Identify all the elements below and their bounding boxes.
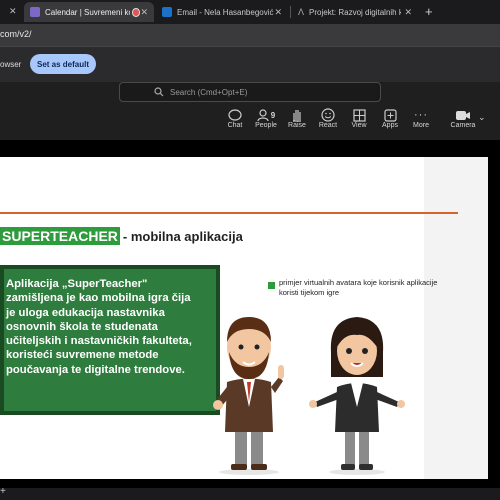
chat-label: Chat <box>227 122 243 129</box>
people-button[interactable]: 9 People <box>251 108 281 129</box>
chalkboard-line: je uloga edukacija nastavnika <box>6 306 165 319</box>
more-button[interactable]: ··· More <box>406 108 436 129</box>
slide-title: SUPERTEACHER - mobilna aplikacija <box>0 227 243 245</box>
camera-icon <box>456 110 470 120</box>
slide-header-rule <box>0 212 458 214</box>
female-teacher-avatar-illustration <box>309 317 405 475</box>
tab-divider <box>290 6 291 18</box>
people-label: People <box>255 122 277 129</box>
tab-projekt[interactable]: Λ Projekt: Razvoj digitalnih kon ✕ <box>292 2 418 22</box>
react-button[interactable]: React <box>313 108 343 129</box>
address-bar[interactable]: com/v2/ <box>0 24 500 46</box>
tab-label: Calendar | Suvremeni kon <box>45 7 130 17</box>
outlook-icon <box>162 7 172 17</box>
chalkboard: Aplikacija „SuperTeacher" zamišljena je … <box>0 265 220 415</box>
new-tab-button[interactable]: + <box>425 4 433 19</box>
slide-title-highlight: SUPERTEACHER <box>0 227 120 245</box>
apps-button[interactable]: Apps <box>375 108 405 129</box>
close-tab-icon[interactable]: ✕ <box>274 7 282 18</box>
raise-hand-button[interactable]: Raise <box>282 108 312 129</box>
apps-icon <box>383 108 397 122</box>
recording-icon <box>131 7 141 17</box>
search-input[interactable]: Search (Cmd+Opt+E) <box>119 82 381 102</box>
slide-side-panel <box>424 157 488 479</box>
tab-calendar[interactable]: Calendar | Suvremeni kon ✕ <box>24 2 154 22</box>
calendar-favicon-icon <box>30 7 40 17</box>
default-browser-infobar: owser Set as default <box>0 46 500 83</box>
close-tab-icon[interactable]: ✕ <box>404 7 412 18</box>
camera-button[interactable]: Camera <box>448 108 478 129</box>
chat-button[interactable]: Chat <box>220 108 250 129</box>
view-icon <box>352 108 366 122</box>
project-favicon-icon: Λ <box>298 7 305 17</box>
tab-email[interactable]: Email - Nela Hasanbegović - ✕ <box>156 2 288 22</box>
chalkboard-line: poučavanja te digitalne trendove. <box>6 363 185 376</box>
chalkboard-line: učiteljskih i nastavničkih fakulteta, <box>6 335 192 348</box>
presentation-slide: SUPERTEACHER - mobilna aplikacija Aplika… <box>0 157 488 479</box>
meeting-toolbar: Search (Cmd+Opt+E) Chat 9 People Raise R… <box>0 82 500 140</box>
view-label: View <box>351 122 367 129</box>
people-icon <box>257 108 269 121</box>
close-tab-icon[interactable]: ✕ <box>140 7 148 18</box>
chalkboard-line: zamišljena je kao mobilna igra čija <box>6 292 191 305</box>
chevron-down-icon[interactable]: ⌄ <box>478 112 486 123</box>
tab-label: Projekt: Razvoj digitalnih kon <box>309 7 402 17</box>
browser-tab-bar: ✕ Calendar | Suvremeni kon ✕ Email - Nel… <box>0 0 500 24</box>
chalkboard-line: osnovnih škola te studenata <box>6 320 158 333</box>
green-bullet-icon <box>268 282 275 289</box>
avatar-caption: primjer virtualnih avatara koje korisnik… <box>279 278 439 298</box>
close-icon[interactable]: ✕ <box>9 6 17 17</box>
chalkboard-line: koristeći suvremene metode <box>6 349 159 362</box>
male-teacher-avatar-illustration <box>213 317 284 475</box>
slide-title-rest: - mobilna aplikacija <box>122 228 243 244</box>
url-text[interactable]: com/v2/ <box>0 29 32 39</box>
more-icon: ··· <box>414 109 428 121</box>
view-button[interactable]: View <box>344 108 374 129</box>
chat-icon <box>228 108 242 121</box>
search-placeholder: Search (Cmd+Opt+E) <box>170 87 248 97</box>
more-label: More <box>413 122 429 129</box>
bottom-window-strip: + <box>0 486 500 500</box>
camera-label: Camera <box>450 122 476 129</box>
tab-label: Email - Nela Hasanbegović - <box>177 7 275 17</box>
react-label: React <box>318 122 338 129</box>
react-icon <box>321 108 335 122</box>
infobar-text: owser <box>0 60 22 69</box>
search-icon <box>154 87 164 97</box>
shared-screen: SUPERTEACHER - mobilna aplikacija Aplika… <box>0 140 500 500</box>
chalkboard-line: Aplikacija „SuperTeacher" <box>6 278 148 290</box>
raise-label: Raise <box>288 122 306 129</box>
apps-label: Apps <box>382 122 398 129</box>
add-icon[interactable]: + <box>0 486 6 497</box>
raise-hand-icon <box>293 110 301 122</box>
people-count-badge: 9 <box>270 110 276 120</box>
set-as-default-button[interactable]: Set as default <box>30 54 96 74</box>
chalkboard-text: Aplikacija „SuperTeacher" zamišljena je … <box>6 277 218 377</box>
avatar-caption-text: primjer virtualnih avatara koje korisnik… <box>279 278 438 297</box>
